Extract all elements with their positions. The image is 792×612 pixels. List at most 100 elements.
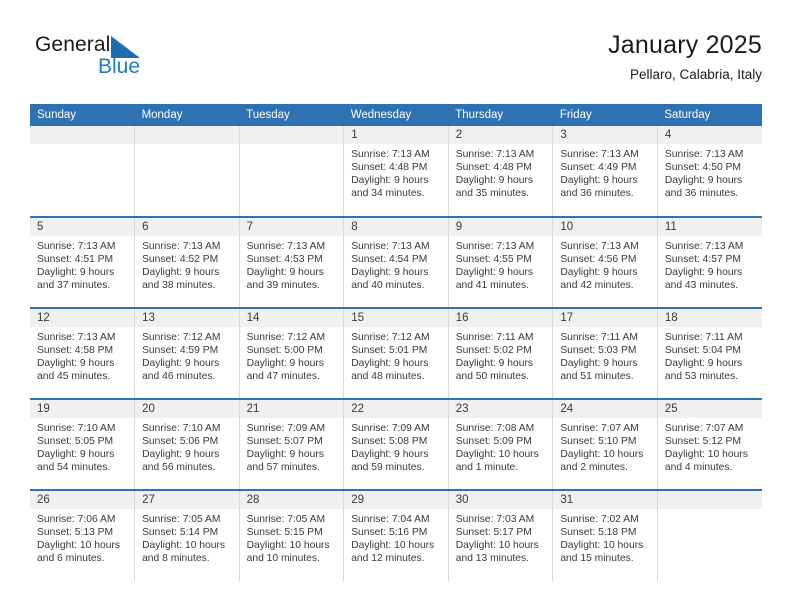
calendar-day-cell[interactable]: 1 Sunrise: 7:13 AM Sunset: 4:48 PM Daylight… (343, 126, 449, 217)
sunrise-text: Sunrise: 7:13 AM (560, 241, 639, 252)
calendar-day-cell-empty (657, 489, 762, 581)
sunrise-text: Sunrise: 7:07 AM (560, 423, 639, 434)
calendar-day-cell[interactable]: 12 Sunrise: 7:13 AM Sunset: 4:58 PM Dayligh… (30, 307, 136, 399)
day-number: 3 (553, 126, 657, 144)
day-info: Sunrise: 7:06 AM Sunset: 5:13 PM Daylight:… (30, 509, 134, 565)
sunset-text: Sunset: 5:12 PM (664, 436, 742, 448)
calendar-day-cell[interactable]: 13 Sunrise: 7:12 AM Sunset: 4:59 PM Dayligh… (134, 307, 240, 399)
day-info: Sunrise: 7:11 AM Sunset: 5:04 PM Daylight:… (658, 327, 762, 383)
calendar-day-cell[interactable]: 19 Sunrise: 7:10 AM Sunset: 5:05 PM Dayligh… (30, 398, 136, 490)
calendar-day-cell[interactable]: 25 Sunrise: 7:07 AM Sunset: 5:12 PM Dayligh… (657, 398, 762, 490)
sunset-text: Sunset: 4:50 PM (664, 162, 742, 174)
calendar-day-cell[interactable]: 8 Sunrise: 7:13 AM Sunset: 4:54 PM Daylight… (343, 216, 449, 308)
calendar-day-cell[interactable]: 29 Sunrise: 7:04 AM Sunset: 5:16 PM Dayligh… (343, 489, 449, 581)
daylight-text-line2: and 56 minutes. (142, 462, 216, 474)
calendar-day-cell[interactable]: 27 Sunrise: 7:05 AM Sunset: 5:14 PM Dayligh… (134, 489, 240, 581)
day-number: 13 (135, 309, 239, 327)
day-number: 28 (239, 491, 344, 509)
calendar-day-cell[interactable]: 24 Sunrise: 7:07 AM Sunset: 5:10 PM Dayligh… (552, 398, 658, 490)
calendar-day-cell[interactable]: 10 Sunrise: 7:13 AM Sunset: 4:56 PM Dayligh… (552, 216, 658, 308)
sunset-text: Sunset: 4:52 PM (142, 254, 219, 266)
calendar-day-cell[interactable]: 4 Sunrise: 7:13 AM Sunset: 4:50 PM Daylight… (657, 126, 762, 217)
calendar-day-cell[interactable]: 2 Sunrise: 7:13 AM Sunset: 4:48 PM Daylight… (448, 126, 554, 217)
calendar-day-cell[interactable]: 23 Sunrise: 7:08 AM Sunset: 5:09 PM Dayligh… (448, 398, 554, 490)
day-info: Sunrise: 7:11 AM Sunset: 5:03 PM Daylight:… (553, 327, 657, 383)
sunrise-text: Sunrise: 7:13 AM (664, 241, 744, 252)
daylight-text-line2: and 48 minutes. (351, 371, 425, 383)
calendar-day-cell[interactable]: 18 Sunrise: 7:11 AM Sunset: 5:04 PM Dayligh… (657, 307, 762, 399)
calendar-day-cell[interactable]: 31 Sunrise: 7:02 AM Sunset: 5:18 PM Dayligh… (552, 489, 658, 581)
daylight-text-line1: Daylight: 9 hours (351, 358, 429, 370)
title-block: January 2025 Pellaro, Calabria, Italy (608, 28, 762, 85)
daylight-text-line2: and 2 minutes. (560, 462, 628, 474)
calendar-day-cell[interactable]: 22 Sunrise: 7:09 AM Sunset: 5:08 PM Dayligh… (343, 398, 449, 490)
calendar-day-cell[interactable]: 11 Sunrise: 7:13 AM Sunset: 4:57 PM Dayligh… (657, 216, 762, 308)
calendar-day-cell[interactable]: 14 Sunrise: 7:12 AM Sunset: 5:00 PM Dayligh… (239, 307, 345, 399)
day-info: Sunrise: 7:07 AM Sunset: 5:12 PM Daylight:… (658, 418, 762, 474)
day-number: 14 (239, 309, 344, 327)
day-number (239, 126, 344, 144)
daylight-text-line1: Daylight: 9 hours (351, 449, 429, 461)
day-number: 23 (448, 400, 553, 418)
sunset-text: Sunset: 4:54 PM (351, 254, 428, 266)
daylight-text-line2: and 36 minutes. (664, 188, 739, 200)
day-info: Sunrise: 7:13 AM Sunset: 4:52 PM Daylight:… (135, 236, 239, 292)
daylight-text-line2: and 38 minutes. (142, 280, 216, 292)
calendar-day-cell[interactable]: 21 Sunrise: 7:09 AM Sunset: 5:07 PM Dayligh… (239, 398, 345, 490)
daylight-text-line2: and 50 minutes. (455, 371, 530, 383)
calendar-body: 1 Sunrise: 7:13 AM Sunset: 4:48 PM Daylight… (30, 126, 762, 581)
day-info: Sunrise: 7:02 AM Sunset: 5:18 PM Daylight:… (553, 509, 657, 565)
calendar-day-cell[interactable]: 3 Sunrise: 7:13 AM Sunset: 4:49 PM Daylight… (552, 126, 658, 217)
calendar-day-cell[interactable]: 17 Sunrise: 7:11 AM Sunset: 5:03 PM Dayligh… (552, 307, 658, 399)
sunset-text: Sunset: 4:48 PM (351, 162, 428, 174)
day-info: Sunrise: 7:12 AM Sunset: 4:59 PM Daylight:… (135, 327, 239, 383)
sunrise-text: Sunrise: 7:05 AM (246, 514, 326, 525)
daylight-text-line2: and 41 minutes. (455, 280, 530, 292)
brand-name-blue: Blue (98, 55, 141, 78)
calendar-day-cell[interactable]: 5 Sunrise: 7:13 AM Sunset: 4:51 PM Daylight… (30, 216, 136, 308)
sunrise-text: Sunrise: 7:13 AM (142, 241, 221, 252)
calendar-day-cell[interactable]: 7 Sunrise: 7:13 AM Sunset: 4:53 PM Daylight… (239, 216, 345, 308)
sunset-text: Sunset: 5:01 PM (351, 345, 428, 357)
sunrise-text: Sunrise: 7:11 AM (664, 332, 743, 343)
brand-logo[interactable]: General Blue (35, 33, 265, 91)
calendar-day-cell[interactable]: 20 Sunrise: 7:10 AM Sunset: 5:06 PM Dayligh… (134, 398, 240, 490)
daylight-text-line1: Daylight: 9 hours (351, 267, 429, 279)
day-number: 25 (657, 400, 762, 418)
daylight-text-line1: Daylight: 9 hours (560, 267, 638, 279)
day-info: Sunrise: 7:08 AM Sunset: 5:09 PM Daylight:… (449, 418, 553, 474)
day-number: 18 (657, 309, 762, 327)
sunset-text: Sunset: 4:57 PM (664, 254, 742, 266)
daylight-text-line1: Daylight: 9 hours (142, 267, 220, 279)
sunset-text: Sunset: 4:56 PM (560, 254, 637, 266)
calendar-day-cell[interactable]: 16 Sunrise: 7:11 AM Sunset: 5:02 PM Dayligh… (448, 307, 554, 399)
day-number: 10 (553, 218, 657, 236)
daylight-text-line1: Daylight: 10 hours (560, 449, 644, 461)
sunrise-text: Sunrise: 7:09 AM (351, 423, 430, 434)
day-number: 30 (448, 491, 553, 509)
calendar-day-cell[interactable]: 15 Sunrise: 7:12 AM Sunset: 5:01 PM Dayligh… (343, 307, 449, 399)
page-title: January 2025 (608, 31, 762, 59)
calendar-week-row: 26 Sunrise: 7:06 AM Sunset: 5:13 PM Dayligh… (30, 489, 762, 581)
day-number: 12 (30, 309, 135, 327)
daylight-text-line1: Daylight: 9 hours (455, 267, 534, 279)
sunrise-text: Sunrise: 7:10 AM (37, 423, 116, 434)
calendar-day-cell[interactable]: 28 Sunrise: 7:05 AM Sunset: 5:15 PM Dayligh… (239, 489, 345, 581)
sunrise-text: Sunrise: 7:13 AM (664, 149, 744, 160)
daylight-text-line1: Daylight: 10 hours (142, 540, 226, 552)
sunrise-text: Sunrise: 7:13 AM (246, 241, 326, 252)
sunset-text: Sunset: 4:48 PM (455, 162, 532, 174)
day-info: Sunrise: 7:13 AM Sunset: 4:58 PM Daylight:… (30, 327, 134, 383)
calendar-week-row: 5 Sunrise: 7:13 AM Sunset: 4:51 PM Daylight… (30, 216, 762, 308)
sunrise-text: Sunrise: 7:08 AM (455, 423, 535, 434)
daylight-text-line1: Daylight: 9 hours (455, 175, 534, 187)
page-header: General Blue January 2025 Pellaro, Calab… (30, 28, 762, 98)
calendar-day-cell[interactable]: 26 Sunrise: 7:06 AM Sunset: 5:13 PM Dayligh… (30, 489, 136, 581)
sunset-text: Sunset: 4:58 PM (37, 345, 114, 357)
day-number: 20 (135, 400, 239, 418)
calendar-day-cell[interactable]: 30 Sunrise: 7:03 AM Sunset: 5:17 PM Dayligh… (448, 489, 554, 581)
calendar-day-cell[interactable]: 6 Sunrise: 7:13 AM Sunset: 4:52 PM Daylight… (134, 216, 240, 308)
daylight-text-line1: Daylight: 10 hours (351, 540, 435, 552)
calendar-day-cell[interactable]: 9 Sunrise: 7:13 AM Sunset: 4:55 PM Daylight… (448, 216, 554, 308)
daylight-text-line1: Daylight: 9 hours (664, 358, 743, 370)
